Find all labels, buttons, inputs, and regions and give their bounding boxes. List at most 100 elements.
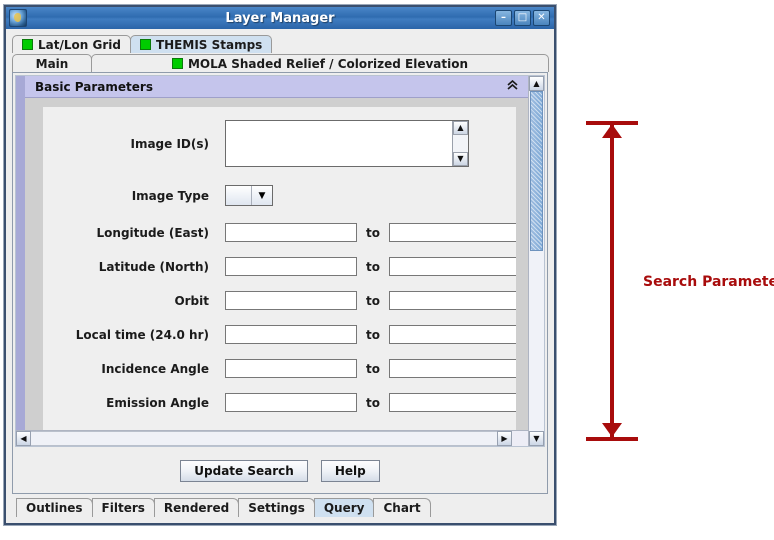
image-ids-scrollbar[interactable]: ▲ ▼ bbox=[452, 121, 468, 166]
layer-visibility-swatch-icon bbox=[171, 58, 183, 69]
tab-mola-shaded-relief[interactable]: MOLA Shaded Relief / Colorized Elevation bbox=[91, 54, 549, 72]
help-button[interactable]: Help bbox=[320, 460, 380, 482]
tab-themis-stamps[interactable]: THEMIS Stamps bbox=[129, 35, 273, 53]
tab-outlines[interactable]: Outlines bbox=[16, 498, 93, 517]
vertical-scrollbar-thumb[interactable] bbox=[530, 91, 543, 251]
layer-manager-window: Layer Manager – □ ✕ Lat/Lon Grid THEMIS … bbox=[4, 5, 556, 525]
query-button-bar: Update Search Help bbox=[13, 449, 547, 493]
tab-lat-lon-grid[interactable]: Lat/Lon Grid bbox=[12, 35, 131, 53]
window-controls: – □ ✕ bbox=[495, 10, 550, 26]
emission-angle-from-input[interactable] bbox=[225, 393, 357, 412]
parameters-form-wrap: Basic Parameters Image ID(s) ▲ ▼ Image T… bbox=[16, 76, 528, 430]
annotation-arrow-up-icon bbox=[602, 124, 622, 138]
scroll-right-arrow-icon[interactable]: ▶ bbox=[497, 431, 512, 446]
local-time-to-input[interactable] bbox=[388, 325, 516, 344]
field-row-longitude: Longitude (East) to bbox=[43, 223, 516, 242]
tab-filters[interactable]: Filters bbox=[91, 498, 155, 517]
scroll-down-arrow-icon[interactable]: ▼ bbox=[529, 431, 544, 446]
tab-rendered[interactable]: Rendered bbox=[153, 498, 240, 517]
close-button[interactable]: ✕ bbox=[533, 10, 550, 26]
layer-tab-row-1: Lat/Lon Grid THEMIS Stamps bbox=[12, 34, 548, 53]
scrollbar-track[interactable] bbox=[453, 135, 468, 152]
range-separator: to bbox=[366, 293, 380, 308]
dropdown-value bbox=[226, 186, 251, 205]
annotation-overlay: Search Parameters bbox=[566, 0, 774, 540]
field-label: Longitude (East) bbox=[96, 225, 209, 240]
vertical-scrollbar-track[interactable] bbox=[529, 91, 544, 431]
tab-label: Main bbox=[35, 56, 69, 71]
field-row-incidence-angle: Incidence Angle to bbox=[43, 359, 516, 378]
window-content: Lat/Lon Grid THEMIS Stamps Main MOLA Sha… bbox=[6, 29, 554, 523]
field-label: Image Type bbox=[131, 188, 209, 203]
image-type-dropdown[interactable]: ▼ bbox=[225, 185, 273, 206]
field-label: Image ID(s) bbox=[130, 136, 209, 151]
emission-angle-to-input[interactable] bbox=[388, 393, 516, 412]
image-ids-textarea[interactable] bbox=[226, 121, 452, 166]
vertical-scrollbar[interactable]: ▲ ▼ bbox=[528, 76, 544, 446]
parameters-fields: Image ID(s) ▲ ▼ Image Type ▼ Longitude (… bbox=[43, 107, 516, 430]
maximize-button[interactable]: □ bbox=[514, 10, 531, 26]
incidence-angle-from-input[interactable] bbox=[225, 359, 357, 378]
incidence-angle-to-input[interactable] bbox=[388, 359, 516, 378]
field-row-image-ids: Image ID(s) ▲ ▼ bbox=[43, 120, 502, 167]
field-row-latitude: Latitude (North) to bbox=[43, 257, 516, 276]
image-ids-textarea-wrap: ▲ ▼ bbox=[225, 120, 469, 167]
parameters-scroll-region: Basic Parameters Image ID(s) ▲ ▼ Image T… bbox=[15, 75, 545, 447]
latitude-to-input[interactable] bbox=[388, 257, 516, 276]
orbit-from-input[interactable] bbox=[225, 291, 357, 310]
parameters-viewport: Basic Parameters Image ID(s) ▲ ▼ Image T… bbox=[16, 76, 528, 446]
app-icon bbox=[9, 9, 27, 27]
minimize-button[interactable]: – bbox=[495, 10, 512, 26]
layer-visibility-swatch-icon bbox=[22, 39, 33, 50]
tab-settings[interactable]: Settings bbox=[238, 498, 315, 517]
tab-chart[interactable]: Chart bbox=[373, 498, 431, 517]
window-titlebar: Layer Manager – □ ✕ bbox=[6, 7, 554, 30]
range-separator: to bbox=[366, 225, 380, 240]
tab-label: THEMIS Stamps bbox=[155, 37, 263, 52]
scroll-up-arrow-icon[interactable]: ▲ bbox=[529, 76, 544, 91]
orbit-to-input[interactable] bbox=[388, 291, 516, 310]
longitude-to-input[interactable] bbox=[388, 223, 516, 242]
field-row-image-type: Image Type ▼ bbox=[43, 185, 502, 206]
tab-label: MOLA Shaded Relief / Colorized Elevation bbox=[187, 56, 469, 71]
field-label: Emission Angle bbox=[106, 395, 209, 410]
window-title: Layer Manager bbox=[225, 10, 335, 26]
scrollbar-corner bbox=[512, 431, 528, 446]
field-row-local-time: Local time (24.0 hr) to bbox=[43, 325, 516, 344]
scroll-left-arrow-icon[interactable]: ◀ bbox=[16, 431, 31, 446]
section-title: Basic Parameters bbox=[35, 79, 153, 94]
annotation-label: Search Parameters bbox=[643, 274, 774, 290]
local-time-from-input[interactable] bbox=[225, 325, 357, 344]
tab-query[interactable]: Query bbox=[313, 498, 375, 517]
scroll-down-arrow-icon[interactable]: ▼ bbox=[453, 152, 468, 166]
section-accent-bar bbox=[16, 76, 25, 430]
field-label: Incidence Angle bbox=[101, 361, 209, 376]
parameters-form-column: Basic Parameters Image ID(s) ▲ ▼ Image T… bbox=[25, 76, 528, 430]
field-label: Latitude (North) bbox=[98, 259, 209, 274]
latitude-from-input[interactable] bbox=[225, 257, 357, 276]
range-separator: to bbox=[366, 259, 380, 274]
field-label: Local time (24.0 hr) bbox=[75, 327, 209, 342]
range-separator: to bbox=[366, 327, 380, 342]
collapse-chevron-up-icon[interactable] bbox=[506, 79, 519, 93]
horizontal-scrollbar[interactable]: ◀ ▶ bbox=[16, 430, 528, 446]
range-separator: to bbox=[366, 395, 380, 410]
layer-visibility-swatch-icon bbox=[139, 39, 151, 50]
chevron-down-icon: ▼ bbox=[251, 186, 272, 205]
field-label: Orbit bbox=[174, 293, 209, 308]
bottom-tab-bar: Outlines Filters Rendered Settings Query… bbox=[12, 497, 548, 517]
tab-label: Lat/Lon Grid bbox=[38, 37, 121, 52]
scroll-up-arrow-icon[interactable]: ▲ bbox=[453, 121, 468, 135]
update-search-button[interactable]: Update Search bbox=[180, 460, 308, 482]
layer-tab-row-2: Main MOLA Shaded Relief / Colorized Elev… bbox=[12, 53, 549, 72]
annotation-line bbox=[610, 125, 614, 437]
basic-parameters-header[interactable]: Basic Parameters bbox=[25, 76, 528, 98]
horizontal-scrollbar-track[interactable] bbox=[31, 431, 497, 446]
annotation-arrow-down-icon bbox=[602, 423, 622, 437]
annotation-bottom-cap bbox=[586, 437, 638, 441]
longitude-from-input[interactable] bbox=[225, 223, 357, 242]
tab-main[interactable]: Main bbox=[12, 54, 92, 72]
query-panel: Basic Parameters Image ID(s) ▲ ▼ Image T… bbox=[12, 72, 548, 494]
field-row-orbit: Orbit to bbox=[43, 291, 516, 310]
range-separator: to bbox=[366, 361, 380, 376]
